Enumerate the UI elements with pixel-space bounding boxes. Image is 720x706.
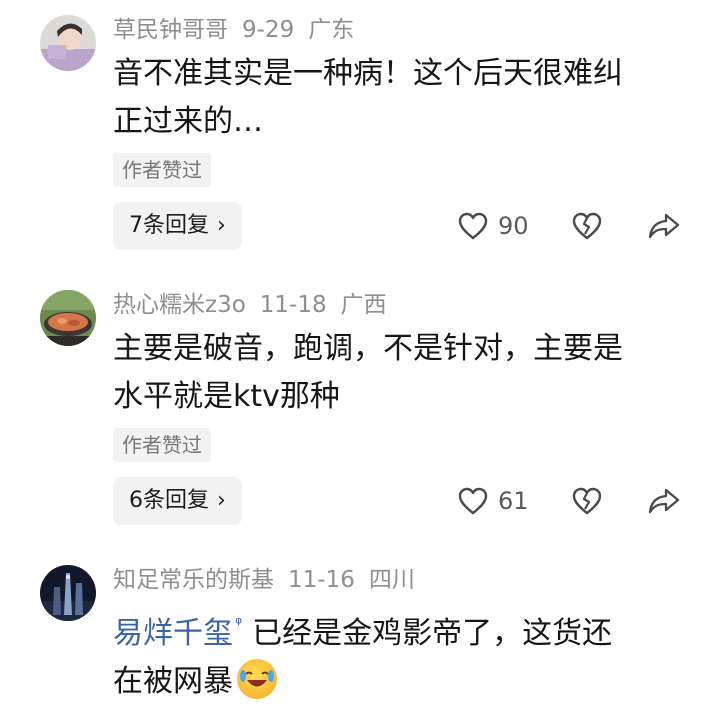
username[interactable]: 知足常乐的斯基 — [113, 567, 274, 593]
comment-location: 四川 — [368, 567, 415, 593]
search-icon: ᵠ — [235, 614, 243, 634]
comment-text: 易烊千玺 ᵠ 已经是金鸡影帝了，这货还 在被网暴 — [113, 600, 673, 706]
comment-text-fragment: 在被网暴 — [113, 664, 233, 699]
laughing-crying-emoji-icon — [237, 659, 277, 699]
comment-text-line: 在被网暴 — [113, 658, 673, 706]
comment-text-line: 易烊千玺 ᵠ 已经是金鸡影帝了，这货还 — [113, 600, 673, 658]
comment-date: 11-16 — [288, 567, 355, 593]
comment-text-fragment: 已经是金鸡影帝了，这货还 — [252, 616, 613, 651]
comment-meta: 知足常乐的斯基 11-16 四川 — [113, 566, 429, 594]
avatar[interactable] — [40, 565, 96, 621]
comment-item: 知足常乐的斯基 11-16 四川 易烊千玺 ᵠ 已经是金鸡影帝了，这货还 在被网暴 — [0, 0, 720, 704]
mention-link[interactable]: 易烊千玺 — [113, 616, 233, 651]
